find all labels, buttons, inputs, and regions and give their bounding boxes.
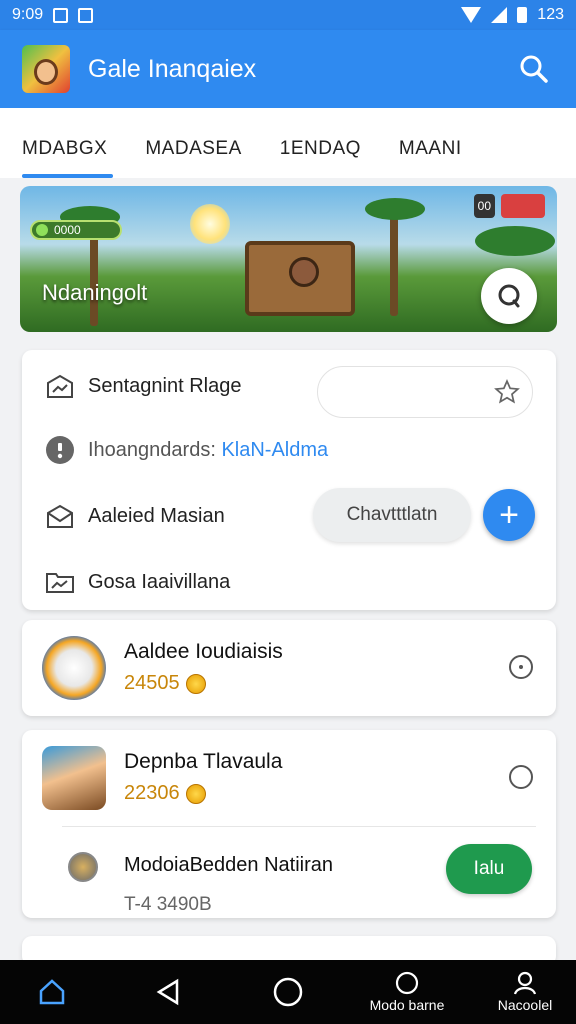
back-icon bbox=[156, 978, 179, 1006]
wifi-icon bbox=[461, 7, 482, 23]
main-content: 0000 00 Ndaningolt Sentagnint Rlage Ihoa… bbox=[0, 178, 576, 966]
favorite-field[interactable] bbox=[317, 366, 533, 418]
mail-open-icon bbox=[44, 502, 76, 530]
leaf-decoration bbox=[365, 198, 425, 220]
sub-item-action-button[interactable]: Ialu bbox=[446, 844, 532, 894]
leaf-decoration bbox=[475, 226, 555, 256]
banner-level-pill: 0000 bbox=[30, 220, 122, 240]
profile-icon bbox=[513, 971, 537, 995]
coin-icon bbox=[185, 673, 206, 694]
status-time: 9:09 bbox=[12, 6, 44, 23]
mode-icon bbox=[395, 971, 419, 995]
settings-row-label: Sentagnint Rlage bbox=[88, 374, 242, 397]
level-dot-icon bbox=[36, 224, 48, 236]
tab-maani[interactable]: MAANI bbox=[399, 108, 462, 178]
house-chart-icon bbox=[44, 372, 76, 400]
banner-flag-icon bbox=[501, 194, 545, 218]
tab-1endaq[interactable]: 1ENDAQ bbox=[280, 108, 361, 178]
player-select-radio[interactable] bbox=[509, 765, 533, 789]
divider bbox=[62, 826, 536, 827]
search-button[interactable] bbox=[514, 49, 554, 89]
settings-row[interactable]: Sentagnint Rlage bbox=[44, 372, 241, 400]
signal-icon bbox=[491, 7, 508, 23]
settings-row: Ihoangndards: KlaN-Aldma bbox=[44, 436, 328, 464]
nav-home[interactable] bbox=[32, 960, 72, 1024]
settings-row-label: Aaleied Masian bbox=[88, 504, 225, 527]
notification-image-icon bbox=[78, 7, 94, 23]
star-icon bbox=[494, 379, 520, 404]
player-name: Depnba Tlavaula bbox=[124, 750, 283, 773]
tab-bar: MDABGX MADASEA 1ENDAQ MAANI bbox=[0, 108, 576, 178]
player-score-value: 24505 bbox=[124, 672, 180, 694]
player-card[interactable]: Depnba Tlavaula 22306 ModoiaBedden Natii… bbox=[22, 730, 556, 918]
settings-card: Sentagnint Rlage Ihoangndards: KlaN-Aldm… bbox=[22, 350, 556, 610]
featured-banner[interactable]: 0000 00 Ndaningolt bbox=[20, 186, 557, 332]
battery-level: 123 bbox=[537, 6, 564, 23]
player-score: 24505 bbox=[124, 672, 206, 695]
player-select-radio[interactable] bbox=[509, 655, 533, 679]
player-name: Aaldee Ioudiaisis bbox=[124, 640, 283, 663]
status-bar: 9:09 123 bbox=[0, 0, 576, 30]
nav-mode-label: Modo barne bbox=[369, 997, 445, 1013]
player-avatar bbox=[42, 636, 106, 700]
app-title: Gale Inanqaiex bbox=[88, 54, 257, 83]
info-icon bbox=[44, 436, 76, 464]
nav-home-circle[interactable] bbox=[268, 960, 308, 1024]
tab-mdabgx[interactable]: MDABGX bbox=[22, 108, 114, 178]
settings-row[interactable]: Aaleied Masian bbox=[44, 502, 225, 530]
settings-row-label: Gosa Iaaivillana bbox=[88, 570, 231, 593]
chat-icon bbox=[498, 284, 520, 308]
coin-icon bbox=[185, 783, 206, 804]
player-score: 22306 bbox=[124, 782, 206, 805]
home-icon bbox=[39, 979, 65, 1005]
settings-row[interactable]: Gosa Iaaivillana bbox=[44, 568, 230, 596]
tab-madasea[interactable]: MADASEA bbox=[145, 108, 241, 178]
banner-badge: 00 bbox=[473, 194, 495, 218]
battery-icon bbox=[517, 7, 528, 23]
nav-mode[interactable]: Modo barne bbox=[362, 960, 452, 1024]
player-avatar bbox=[42, 746, 106, 810]
sub-item-name: ModoiaBedden Natiiran bbox=[124, 854, 334, 876]
add-button[interactable]: + bbox=[483, 489, 535, 541]
folder-chart-icon bbox=[44, 568, 76, 596]
app-logo bbox=[22, 45, 70, 93]
palm-decoration bbox=[390, 206, 398, 316]
nav-back[interactable] bbox=[148, 960, 188, 1024]
notification-n-icon bbox=[53, 7, 69, 23]
coin-token-icon bbox=[68, 852, 98, 882]
info-label: Ihoangndards: bbox=[88, 438, 216, 461]
banner-chat-button[interactable] bbox=[481, 268, 537, 324]
nav-profile[interactable]: Nacoolel bbox=[482, 960, 568, 1024]
player-card[interactable]: Aaldee Ioudiaisis 24505 bbox=[22, 620, 556, 716]
banner-title: Ndaningolt bbox=[42, 280, 148, 305]
app-bar: Gale Inanqaiex bbox=[0, 30, 576, 108]
player-score-value: 22306 bbox=[124, 782, 180, 804]
circle-home-icon bbox=[273, 977, 303, 1007]
info-link[interactable]: KlaN-Aldma bbox=[221, 439, 328, 461]
banner-pill-text: 0000 bbox=[54, 223, 81, 237]
nav-profile-label: Nacoolel bbox=[497, 997, 553, 1013]
treasure-chest-image bbox=[245, 241, 355, 316]
sun-decoration bbox=[190, 204, 230, 244]
navigation-bar: Modo barne Nacoolel bbox=[0, 960, 576, 1024]
info-text: Ihoangndards: KlaN-Aldma bbox=[88, 439, 328, 462]
secondary-button[interactable]: Chavtttlatn bbox=[313, 488, 471, 542]
search-icon bbox=[520, 55, 548, 83]
banner-badges: 00 bbox=[473, 194, 545, 218]
sub-item-meta: T-4 3490B bbox=[124, 894, 212, 915]
